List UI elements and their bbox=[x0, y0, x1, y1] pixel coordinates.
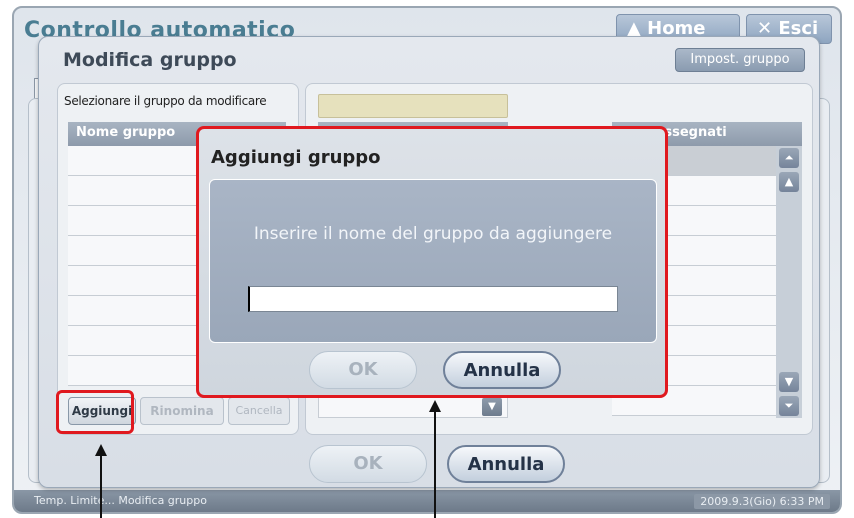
add-cancel-button[interactable]: Annulla bbox=[443, 351, 561, 389]
edit-ok-button[interactable]: OK bbox=[309, 445, 427, 483]
add-group-dialog: Aggiungi gruppo Inserire il nome del gru… bbox=[196, 126, 668, 398]
add-ok-button[interactable]: OK bbox=[309, 351, 417, 389]
chevron-down-icon[interactable]: ▼ bbox=[482, 398, 502, 416]
callout-line bbox=[100, 455, 102, 518]
select-group-label: Selezionare il gruppo da modificare bbox=[64, 94, 267, 108]
scrollbar[interactable]: ⏶ ▲ ▼ ⏷ bbox=[776, 146, 802, 418]
assigned-list-item[interactable] bbox=[318, 396, 508, 418]
status-text: Temp. Limite... Modifica gruppo bbox=[34, 494, 207, 507]
rename-group-button[interactable]: Rinomina bbox=[140, 397, 224, 425]
scroll-up-icon[interactable]: ▲ bbox=[779, 172, 799, 192]
group-name-field[interactable] bbox=[318, 94, 508, 118]
callout-line bbox=[434, 411, 436, 518]
group-name-input[interactable] bbox=[248, 286, 618, 312]
group-settings-button[interactable]: Impost. gruppo bbox=[675, 48, 805, 72]
scroll-top-icon[interactable]: ⏶ bbox=[779, 148, 799, 168]
add-group-prompt: Inserire il nome del gruppo da aggiunger… bbox=[253, 224, 613, 244]
add-dialog-body: Inserire il nome del gruppo da aggiunger… bbox=[209, 179, 657, 343]
add-button-highlight bbox=[56, 390, 134, 434]
delete-group-button[interactable]: Cancella bbox=[228, 397, 290, 425]
add-dialog-title: Aggiungi gruppo bbox=[211, 147, 381, 168]
screen: Controllo automatico ▲ Home ✕ Esci Temp.… bbox=[0, 0, 854, 518]
status-bar: Temp. Limite... Modifica gruppo 2009.9.3… bbox=[14, 490, 840, 512]
edit-dialog-title: Modifica gruppo bbox=[63, 49, 237, 71]
status-datetime: 2009.9.3(Gio) 6:33 PM bbox=[694, 494, 830, 509]
scroll-down-icon[interactable]: ▼ bbox=[779, 372, 799, 392]
edit-cancel-button[interactable]: Annulla bbox=[447, 445, 565, 483]
scroll-bottom-icon[interactable]: ⏷ bbox=[779, 396, 799, 416]
